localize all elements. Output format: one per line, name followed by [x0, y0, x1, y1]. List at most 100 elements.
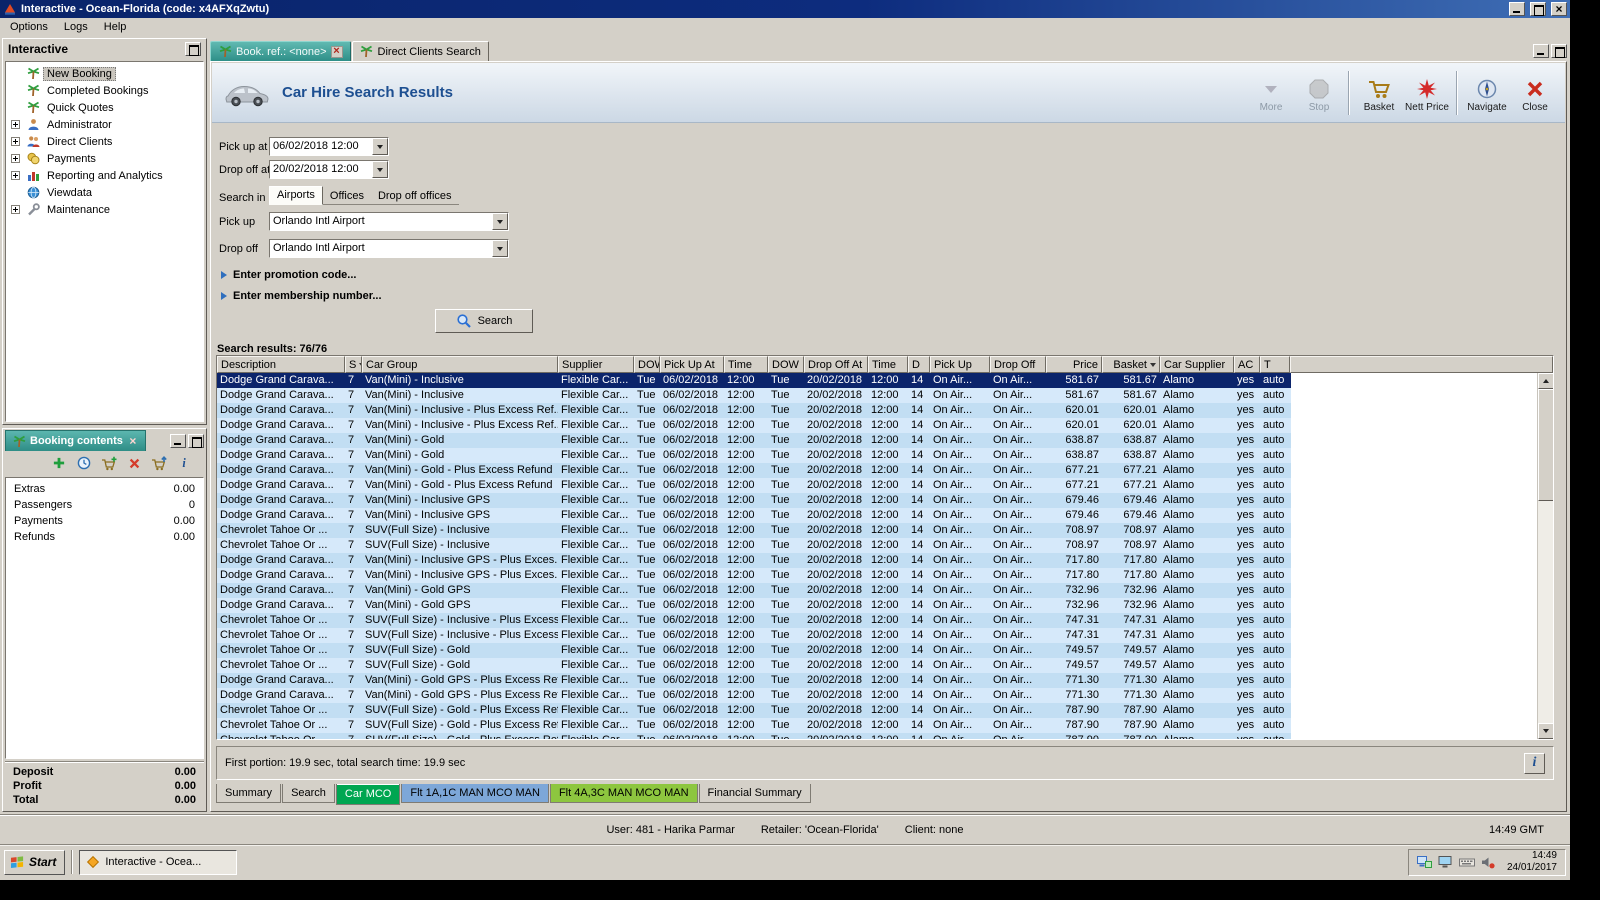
table-row[interactable]: Chevrolet Tahoe Or ...7SUV(Full Size) - … — [217, 733, 1291, 739]
column-header-car-supplier[interactable]: Car Supplier — [1160, 356, 1234, 373]
table-row[interactable]: Chevrolet Tahoe Or ...7SUV(Full Size) - … — [217, 613, 1291, 628]
column-header-price[interactable]: Price — [1046, 356, 1102, 373]
tray-network-icon[interactable] — [1417, 855, 1433, 869]
tab-book-ref-none[interactable]: Book. ref.: <none> — [210, 41, 351, 61]
column-header-ac[interactable]: AC — [1234, 356, 1260, 373]
expand-plus-icon[interactable] — [11, 154, 20, 163]
column-header-basket[interactable]: Basket — [1102, 356, 1160, 373]
scroll-down-icon[interactable] — [1538, 723, 1553, 739]
table-row[interactable]: Dodge Grand Carava... 7 Van(Mini) - Gold G… — [217, 673, 1291, 688]
table-row[interactable]: Chevrolet Tahoe Or ...7SUV(Full Size) - … — [217, 538, 1291, 553]
mdi-minimize-button[interactable] — [1533, 43, 1549, 58]
sidebar-item-reporting-and-analytics[interactable]: Reporting and Analytics — [6, 167, 203, 184]
expand-plus-icon[interactable] — [11, 205, 20, 214]
column-header-drop-off-at[interactable]: Drop Off At — [804, 356, 868, 373]
booking-contents-tab[interactable]: Booking contents — [5, 430, 146, 451]
tab-direct-clients-search[interactable]: Direct Clients Search — [351, 41, 489, 61]
chevron-down-icon[interactable] — [492, 213, 508, 230]
table-row[interactable]: Chevrolet Tahoe Or ...7SUV(Full Size) - … — [217, 703, 1291, 718]
add-icon[interactable] — [51, 455, 67, 471]
table-row[interactable]: Dodge Grand Carava... 7 Van(Mini) - Inclus… — [217, 388, 1291, 403]
maximize-button[interactable] — [1530, 2, 1546, 16]
pick-up-at-combo[interactable]: 06/02/2018 12:00 — [269, 137, 389, 156]
search-in-tab-offices[interactable]: Offices — [323, 188, 371, 205]
vertical-scrollbar[interactable] — [1537, 373, 1553, 739]
bottom-tab-flt-1a-1c-man-mco-man[interactable]: Flt 1A,1C MAN MCO MAN — [401, 784, 549, 803]
column-header-time[interactable]: Time — [868, 356, 908, 373]
table-row[interactable]: Dodge Grand Carava... 7 Van(Mini) - Inclus… — [217, 553, 1291, 568]
navigate-button[interactable]: Navigate — [1463, 72, 1511, 113]
start-button[interactable]: Start — [4, 849, 66, 875]
sidebar-item-payments[interactable]: Payments — [6, 150, 203, 167]
table-row[interactable]: Dodge Grand Carava... 7 Van(Mini) - Gold -… — [217, 463, 1291, 478]
column-header-description[interactable]: Description — [217, 356, 345, 373]
membership-number-expander[interactable]: Enter membership number... — [221, 290, 382, 302]
table-row[interactable]: Dodge Grand Carava... 7 Van(Mini) - Gold G… — [217, 583, 1291, 598]
tray-display-icon[interactable] — [1438, 855, 1454, 869]
expand-plus-icon[interactable] — [11, 120, 20, 129]
table-row[interactable]: Dodge Grand Carava... 7 Van(Mini) - Gold G… — [217, 688, 1291, 703]
close-window-button[interactable] — [1551, 2, 1567, 16]
booking-restore-button[interactable] — [188, 434, 204, 448]
sidebar-item-administrator[interactable]: Administrator — [6, 116, 203, 133]
minimize-button[interactable] — [1509, 2, 1525, 16]
pick-up-at-value[interactable]: 06/02/2018 12:00 — [270, 138, 372, 155]
basket-button[interactable]: Basket — [1355, 72, 1403, 113]
bottom-tab-search[interactable]: Search — [282, 784, 335, 803]
column-header-pick-up[interactable]: Pick Up — [930, 356, 990, 373]
search-button[interactable]: Search — [435, 309, 533, 333]
close-button[interactable]: Close — [1511, 72, 1559, 113]
table-row[interactable]: Chevrolet Tahoe Or ...7SUV(Full Size) - … — [217, 643, 1291, 658]
search-in-tab-airports[interactable]: Airports — [269, 186, 323, 205]
expand-plus-icon[interactable] — [11, 137, 20, 146]
column-header-s[interactable]: S — [345, 356, 362, 373]
table-row[interactable]: Dodge Grand Carava... 7 Van(Mini) - Inclus… — [217, 418, 1291, 433]
column-header-dow[interactable]: DOW — [634, 356, 660, 373]
tab-close-icon[interactable] — [330, 45, 343, 58]
sidebar-item-maintenance[interactable]: Maintenance — [6, 201, 203, 218]
delete-icon[interactable] — [126, 455, 142, 471]
pick-up-combo[interactable]: Orlando Intl Airport — [269, 212, 509, 231]
tray-volume-icon[interactable] — [1480, 855, 1496, 869]
column-header-t[interactable]: T — [1260, 356, 1290, 373]
chevron-down-icon[interactable] — [492, 240, 508, 257]
bottom-tab-financial-summary[interactable]: Financial Summary — [698, 784, 811, 803]
table-row[interactable]: Dodge Grand Carava... 7 Van(Mini) - Inclus… — [217, 493, 1291, 508]
expand-plus-icon[interactable] — [11, 171, 20, 180]
basket-add-icon[interactable] — [101, 455, 117, 471]
taskbar-task-button[interactable]: Interactive - Ocea... — [79, 849, 238, 875]
table-row[interactable]: Chevrolet Tahoe Or ...7SUV(Full Size) - … — [217, 718, 1291, 733]
bottom-tab-flt-4a-3c-man-mco-man[interactable]: Flt 4A,3C MAN MCO MAN — [549, 784, 698, 803]
sidebar-item-viewdata[interactable]: Viewdata — [6, 184, 203, 201]
drop-off-at-combo[interactable]: 20/02/2018 12:00 — [269, 160, 389, 179]
info-icon[interactable]: i — [176, 455, 192, 471]
search-in-tab-drop-off-offices[interactable]: Drop off offices — [371, 188, 459, 205]
bottom-tab-summary[interactable]: Summary — [216, 784, 282, 803]
table-row[interactable]: Dodge Grand Carava... 7 Van(Mini) - Inclus… — [217, 373, 1291, 388]
drop-off-at-value[interactable]: 20/02/2018 12:00 — [270, 161, 372, 178]
sidebar-item-completed-bookings[interactable]: Completed Bookings — [6, 82, 203, 99]
scrollbar-thumb[interactable] — [1538, 389, 1553, 501]
info-button[interactable] — [1524, 752, 1545, 774]
sidebar-item-new-booking[interactable]: New Booking — [6, 65, 203, 82]
bottom-tab-car-mco[interactable]: Car MCO — [335, 784, 401, 805]
table-row[interactable]: Dodge Grand Carava... 7 Van(Mini) - Gold -… — [217, 478, 1291, 493]
sidebar-item-quick-quotes[interactable]: Quick Quotes — [6, 99, 203, 116]
drop-off-value[interactable]: Orlando Intl Airport — [270, 240, 492, 257]
mdi-restore-button[interactable] — [1551, 43, 1567, 58]
table-row[interactable]: Dodge Grand Carava... 7 Van(Mini) - Gold Fl… — [217, 433, 1291, 448]
table-row[interactable]: Chevrolet Tahoe Or ...7SUV(Full Size) - … — [217, 628, 1291, 643]
table-row[interactable]: Chevrolet Tahoe Or ...7SUV(Full Size) - … — [217, 658, 1291, 673]
nett-price-button[interactable]: Nett Price — [1403, 72, 1451, 113]
column-header-d[interactable]: D — [908, 356, 930, 373]
table-row[interactable]: Dodge Grand Carava... 7 Van(Mini) - Inclus… — [217, 508, 1291, 523]
menu-options[interactable]: Options — [2, 19, 56, 35]
table-row[interactable]: Dodge Grand Carava... 7 Van(Mini) - Gold G… — [217, 598, 1291, 613]
table-row[interactable]: Dodge Grand Carava... 7 Van(Mini) - Inclus… — [217, 568, 1291, 583]
column-header-drop-off[interactable]: Drop Off — [990, 356, 1046, 373]
booking-minimize-button[interactable] — [170, 434, 186, 448]
promotion-code-expander[interactable]: Enter promotion code... — [221, 269, 356, 281]
drop-off-combo[interactable]: Orlando Intl Airport — [269, 239, 509, 258]
pick-up-value[interactable]: Orlando Intl Airport — [270, 213, 492, 230]
schedule-icon[interactable] — [76, 455, 92, 471]
